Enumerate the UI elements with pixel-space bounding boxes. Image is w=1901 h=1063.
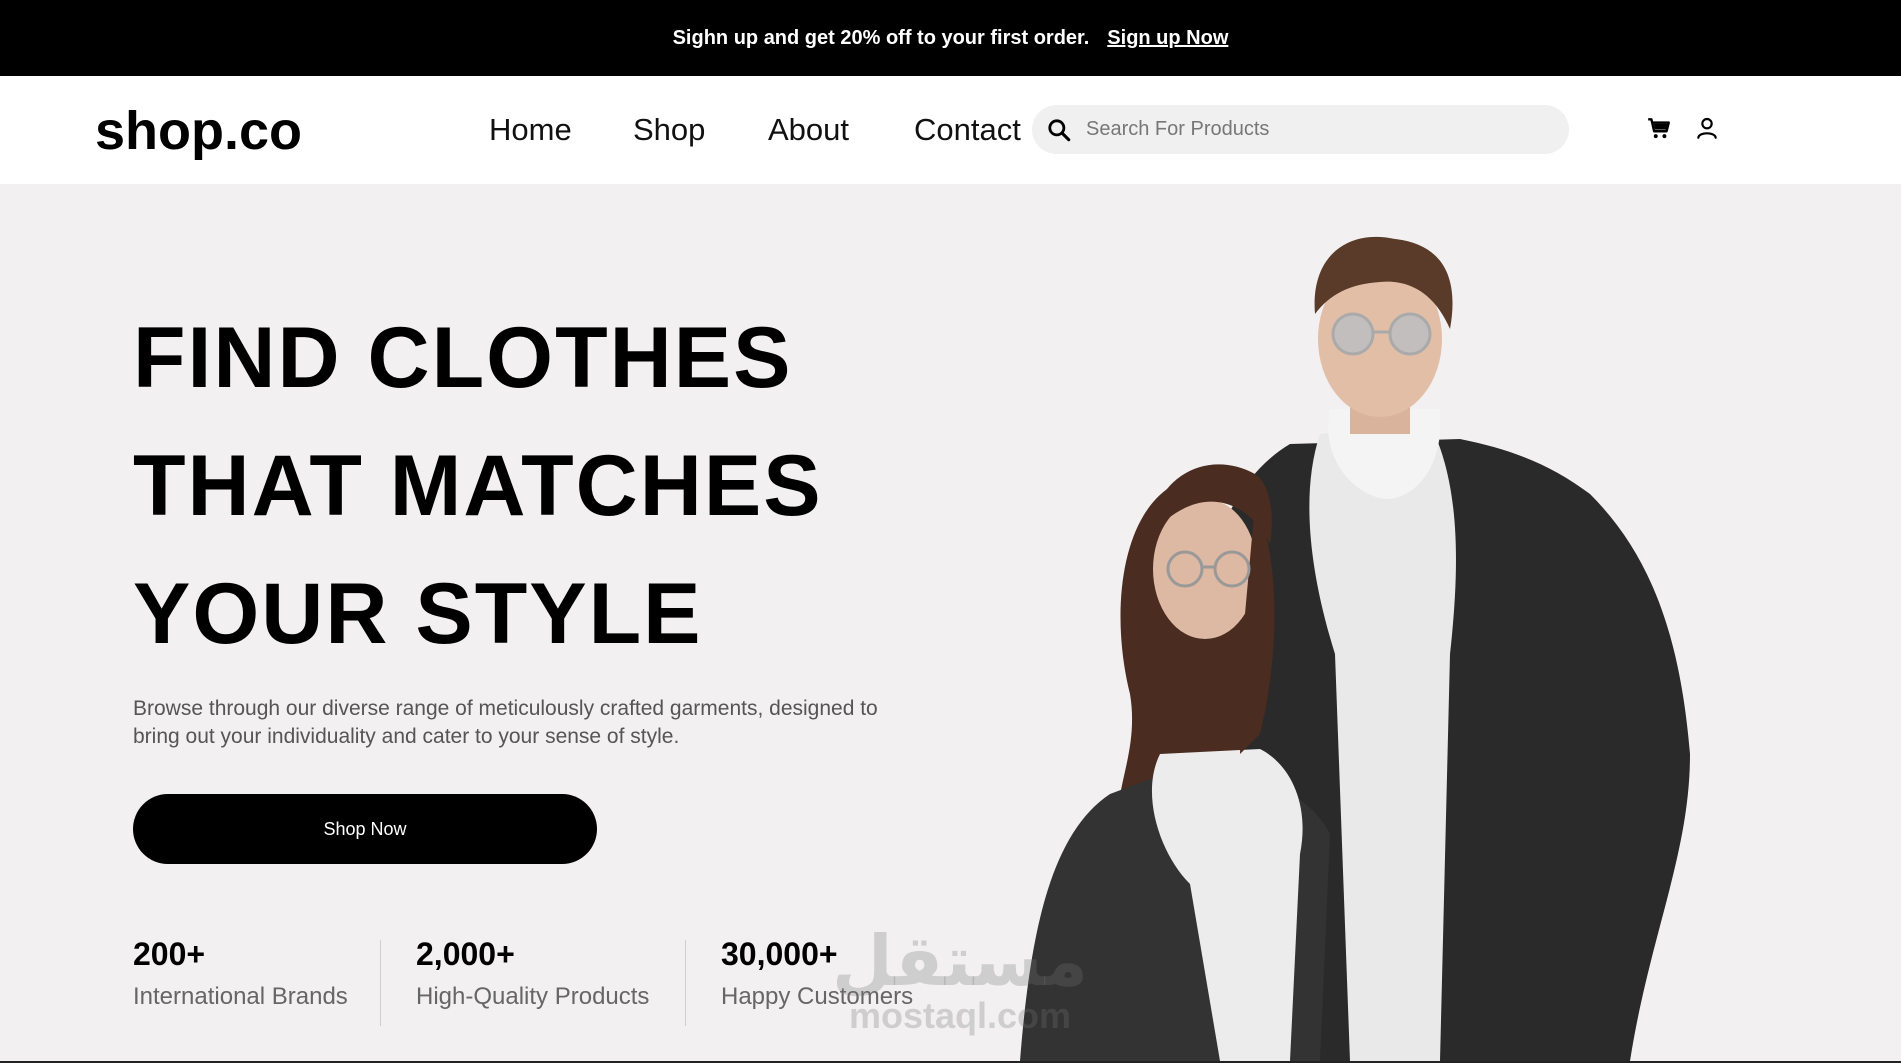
stat-label: International Brands <box>133 983 348 1010</box>
nav-link-home[interactable]: Home <box>489 112 572 148</box>
shop-now-button[interactable]: Shop Now <box>133 794 597 864</box>
stat-label: High-Quality Products <box>416 983 650 1010</box>
stat-divider <box>685 940 686 1026</box>
hero-title-line: FIND CLOTHES <box>133 310 793 406</box>
hero-section: FIND CLOTHES THAT MATCHES YOUR STYLE Bro… <box>0 184 1901 1061</box>
account-icon[interactable] <box>1694 115 1720 141</box>
stat-divider <box>380 940 381 1026</box>
cart-icon[interactable] <box>1646 115 1672 141</box>
search-icon[interactable] <box>1046 117 1072 143</box>
watermark: مستقل mostaql.com <box>832 926 1088 1036</box>
hero-description: Browse through our diverse range of meti… <box>133 697 878 748</box>
watermark-arabic: مستقل <box>832 922 1089 1000</box>
hero-title-line: YOUR STYLE <box>133 566 703 662</box>
hero-title: FIND CLOTHES THAT MATCHES YOUR STYLE <box>133 294 823 678</box>
stat-value: 200+ <box>133 936 206 972</box>
nav-link-shop[interactable]: Shop <box>633 112 705 148</box>
promo-bar: Sighn up and get 20% off to your first o… <box>0 0 1901 76</box>
search-bar[interactable] <box>1032 105 1569 154</box>
nav-link-contact[interactable]: Contact <box>914 112 1021 148</box>
stat-brands: 200+ International Brands <box>133 936 348 1011</box>
sign-up-link[interactable]: Sign up Now <box>1107 27 1228 50</box>
logo[interactable]: shop.co <box>95 100 302 162</box>
stat-products: 2,000+ High-Quality Products <box>416 936 649 1011</box>
promo-text: Sighn up and get 20% off to your first o… <box>672 26 1090 49</box>
hero-title-line: THAT MATCHES <box>133 438 823 534</box>
watermark-latin: mostaql.com <box>848 995 1072 1036</box>
navbar: shop.co Home Shop About Contact <box>0 76 1901 184</box>
hero-couple-photo <box>1020 236 1690 1061</box>
search-input[interactable] <box>1086 118 1546 141</box>
stat-value: 2,000+ <box>416 936 515 972</box>
nav-link-about[interactable]: About <box>768 112 849 148</box>
